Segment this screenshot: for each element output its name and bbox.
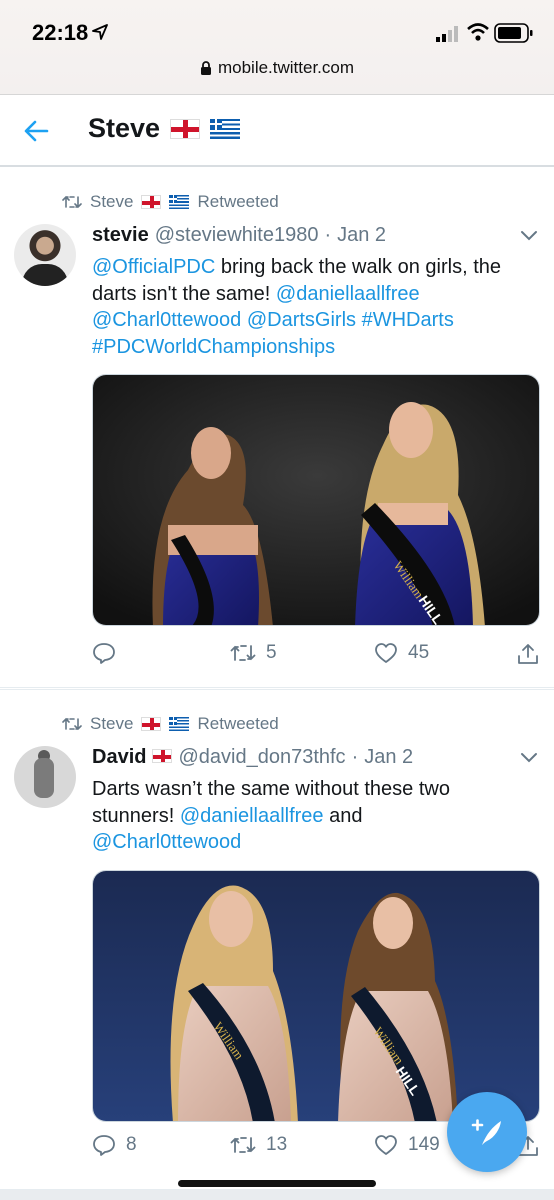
- retweeted-label: Retweeted: [197, 714, 279, 733]
- like-count: 45: [408, 642, 430, 663]
- retweet-button[interactable]: 5: [230, 642, 277, 664]
- battery-icon: [494, 23, 533, 43]
- tweet-header: David @david_don73thfc · Jan 2: [92, 746, 414, 769]
- hashtag-link[interactable]: #WHDarts: [362, 309, 454, 331]
- status-bar: 22:18 mobile.twitter.com: [0, 0, 554, 95]
- mention-link[interactable]: @daniellaallfree: [180, 805, 324, 827]
- page-title-name: Steve: [88, 113, 161, 143]
- retweet-button[interactable]: 13: [230, 1134, 287, 1156]
- like-button[interactable]: 149: [374, 1134, 440, 1156]
- tweet-actions: 5 45: [92, 642, 542, 672]
- england-flag-icon: [170, 118, 201, 139]
- share-button[interactable]: [516, 642, 540, 666]
- chevron-down-icon[interactable]: [520, 230, 538, 242]
- walk-on-girls-photo: William HILL: [93, 375, 539, 625]
- tweet-text: Darts wasn’t the same without these two …: [92, 778, 450, 853]
- reply-button[interactable]: [92, 642, 126, 664]
- reply-icon: [93, 643, 115, 664]
- retweet-context: Steve Retweeted: [62, 192, 279, 212]
- mention-link[interactable]: @Charl0ttewood: [92, 831, 241, 853]
- reply-count: 8: [126, 1134, 137, 1155]
- walk-on-girls-photo: William William HILL: [93, 871, 539, 1121]
- wifi-icon: [467, 23, 489, 41]
- compose-tweet-button[interactable]: [447, 1092, 527, 1172]
- like-count: 149: [408, 1134, 440, 1155]
- retweet-icon: [230, 645, 256, 661]
- hashtag-link[interactable]: #PDCWorldChampionships: [92, 336, 335, 358]
- tweet-text: @OfficialPDC bring back the walk on girl…: [92, 256, 501, 358]
- retweet-count: 5: [266, 642, 277, 663]
- tweet-header: stevie @steviewhite1980 · Jan 2: [92, 224, 387, 247]
- retweet-icon: [230, 1137, 256, 1153]
- back-arrow-icon[interactable]: [22, 117, 50, 145]
- mention-link[interactable]: @Charl0ttewood: [92, 309, 241, 331]
- england-flag-icon: [152, 749, 173, 763]
- tweet-image[interactable]: William HILL: [92, 374, 540, 626]
- england-flag-icon: [141, 195, 162, 209]
- status-time: 22:18: [32, 20, 89, 45]
- share-icon: [518, 644, 538, 664]
- author-name[interactable]: David: [92, 746, 146, 769]
- retweeter-name: Steve: [90, 192, 134, 211]
- reply-button[interactable]: 8: [92, 1134, 137, 1156]
- home-indicator[interactable]: [178, 1180, 376, 1187]
- tweet-date[interactable]: Jan 2: [337, 224, 386, 247]
- greece-flag-icon: [169, 717, 190, 731]
- signal-icon: [436, 26, 458, 42]
- profile-header: Steve: [0, 95, 554, 167]
- url-bar[interactable]: mobile.twitter.com: [0, 58, 554, 78]
- mention-link[interactable]: @daniellaallfree: [276, 283, 420, 305]
- author-handle[interactable]: @david_don73thfc: [178, 746, 345, 769]
- page-title: Steve: [88, 113, 241, 144]
- url-text: mobile.twitter.com: [217, 58, 355, 77]
- mention-link[interactable]: @DartsGirls: [247, 309, 356, 331]
- bottom-strip: [0, 1190, 554, 1200]
- lock-icon: [200, 61, 211, 75]
- like-button[interactable]: 45: [374, 642, 429, 664]
- like-icon: [375, 643, 397, 663]
- avatar[interactable]: [14, 746, 76, 808]
- retweeter-name: Steve: [90, 714, 134, 733]
- tweet-image[interactable]: William William HILL: [92, 870, 540, 1122]
- greece-flag-icon: [210, 118, 241, 139]
- retweeted-label: Retweeted: [197, 192, 279, 211]
- retweet-icon: [62, 195, 82, 209]
- location-arrow-icon: [92, 24, 108, 40]
- retweet-context: Steve Retweeted: [62, 714, 279, 734]
- author-handle[interactable]: @steviewhite1980: [155, 224, 319, 247]
- compose-icon: [471, 1119, 501, 1145]
- retweet-icon: [62, 717, 82, 731]
- tweet-date[interactable]: Jan 2: [364, 746, 413, 769]
- greece-flag-icon: [169, 195, 190, 209]
- retweet-count: 13: [266, 1134, 288, 1155]
- england-flag-icon: [141, 717, 162, 731]
- tweet-1[interactable]: Steve Retweeted stevie @steviewhite1980 …: [0, 168, 554, 688]
- mention-link[interactable]: @OfficialPDC: [92, 256, 215, 278]
- avatar[interactable]: [14, 224, 76, 286]
- author-name[interactable]: stevie: [92, 224, 149, 247]
- reply-icon: [93, 1135, 115, 1156]
- like-icon: [375, 1135, 397, 1155]
- chevron-down-icon[interactable]: [520, 752, 538, 764]
